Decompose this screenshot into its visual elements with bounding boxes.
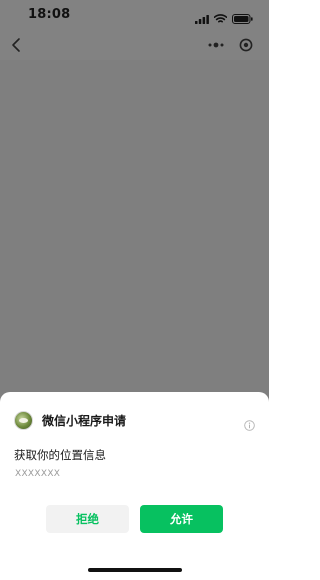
request-description: XXXXXXX [15,469,61,479]
chevron-left-icon[interactable] [8,36,26,54]
home-indicator [88,568,182,572]
info-circle-icon[interactable] [244,416,255,431]
allow-button[interactable]: 允许 [140,505,223,533]
app-name: 微信小程序申请 [42,414,127,428]
more-dots-icon[interactable] [205,34,227,56]
request-title: 获取你的位置信息 [14,448,106,462]
app-avatar [14,411,33,430]
status-time: 18:08 [28,7,71,22]
status-icons [195,9,253,28]
reject-button[interactable]: 拒绝 [46,505,129,533]
wifi-icon [213,9,228,28]
cellular-signal-icon [195,9,209,28]
status-bar: 18:08 [0,0,269,30]
capsule-menu [201,34,261,56]
permission-sheet: 微信小程序申请 获取你的位置信息 XXXXXXX 拒绝 允许 [0,392,269,580]
screen: 18:08 微信小程序申请 获取你的位置信息 XXXXXXX 拒绝 允许 [0,0,269,580]
nav-bar [0,30,269,60]
sheet-header: 微信小程序申请 [14,411,126,430]
target-circle-icon[interactable] [235,34,257,56]
battery-icon [232,9,253,28]
